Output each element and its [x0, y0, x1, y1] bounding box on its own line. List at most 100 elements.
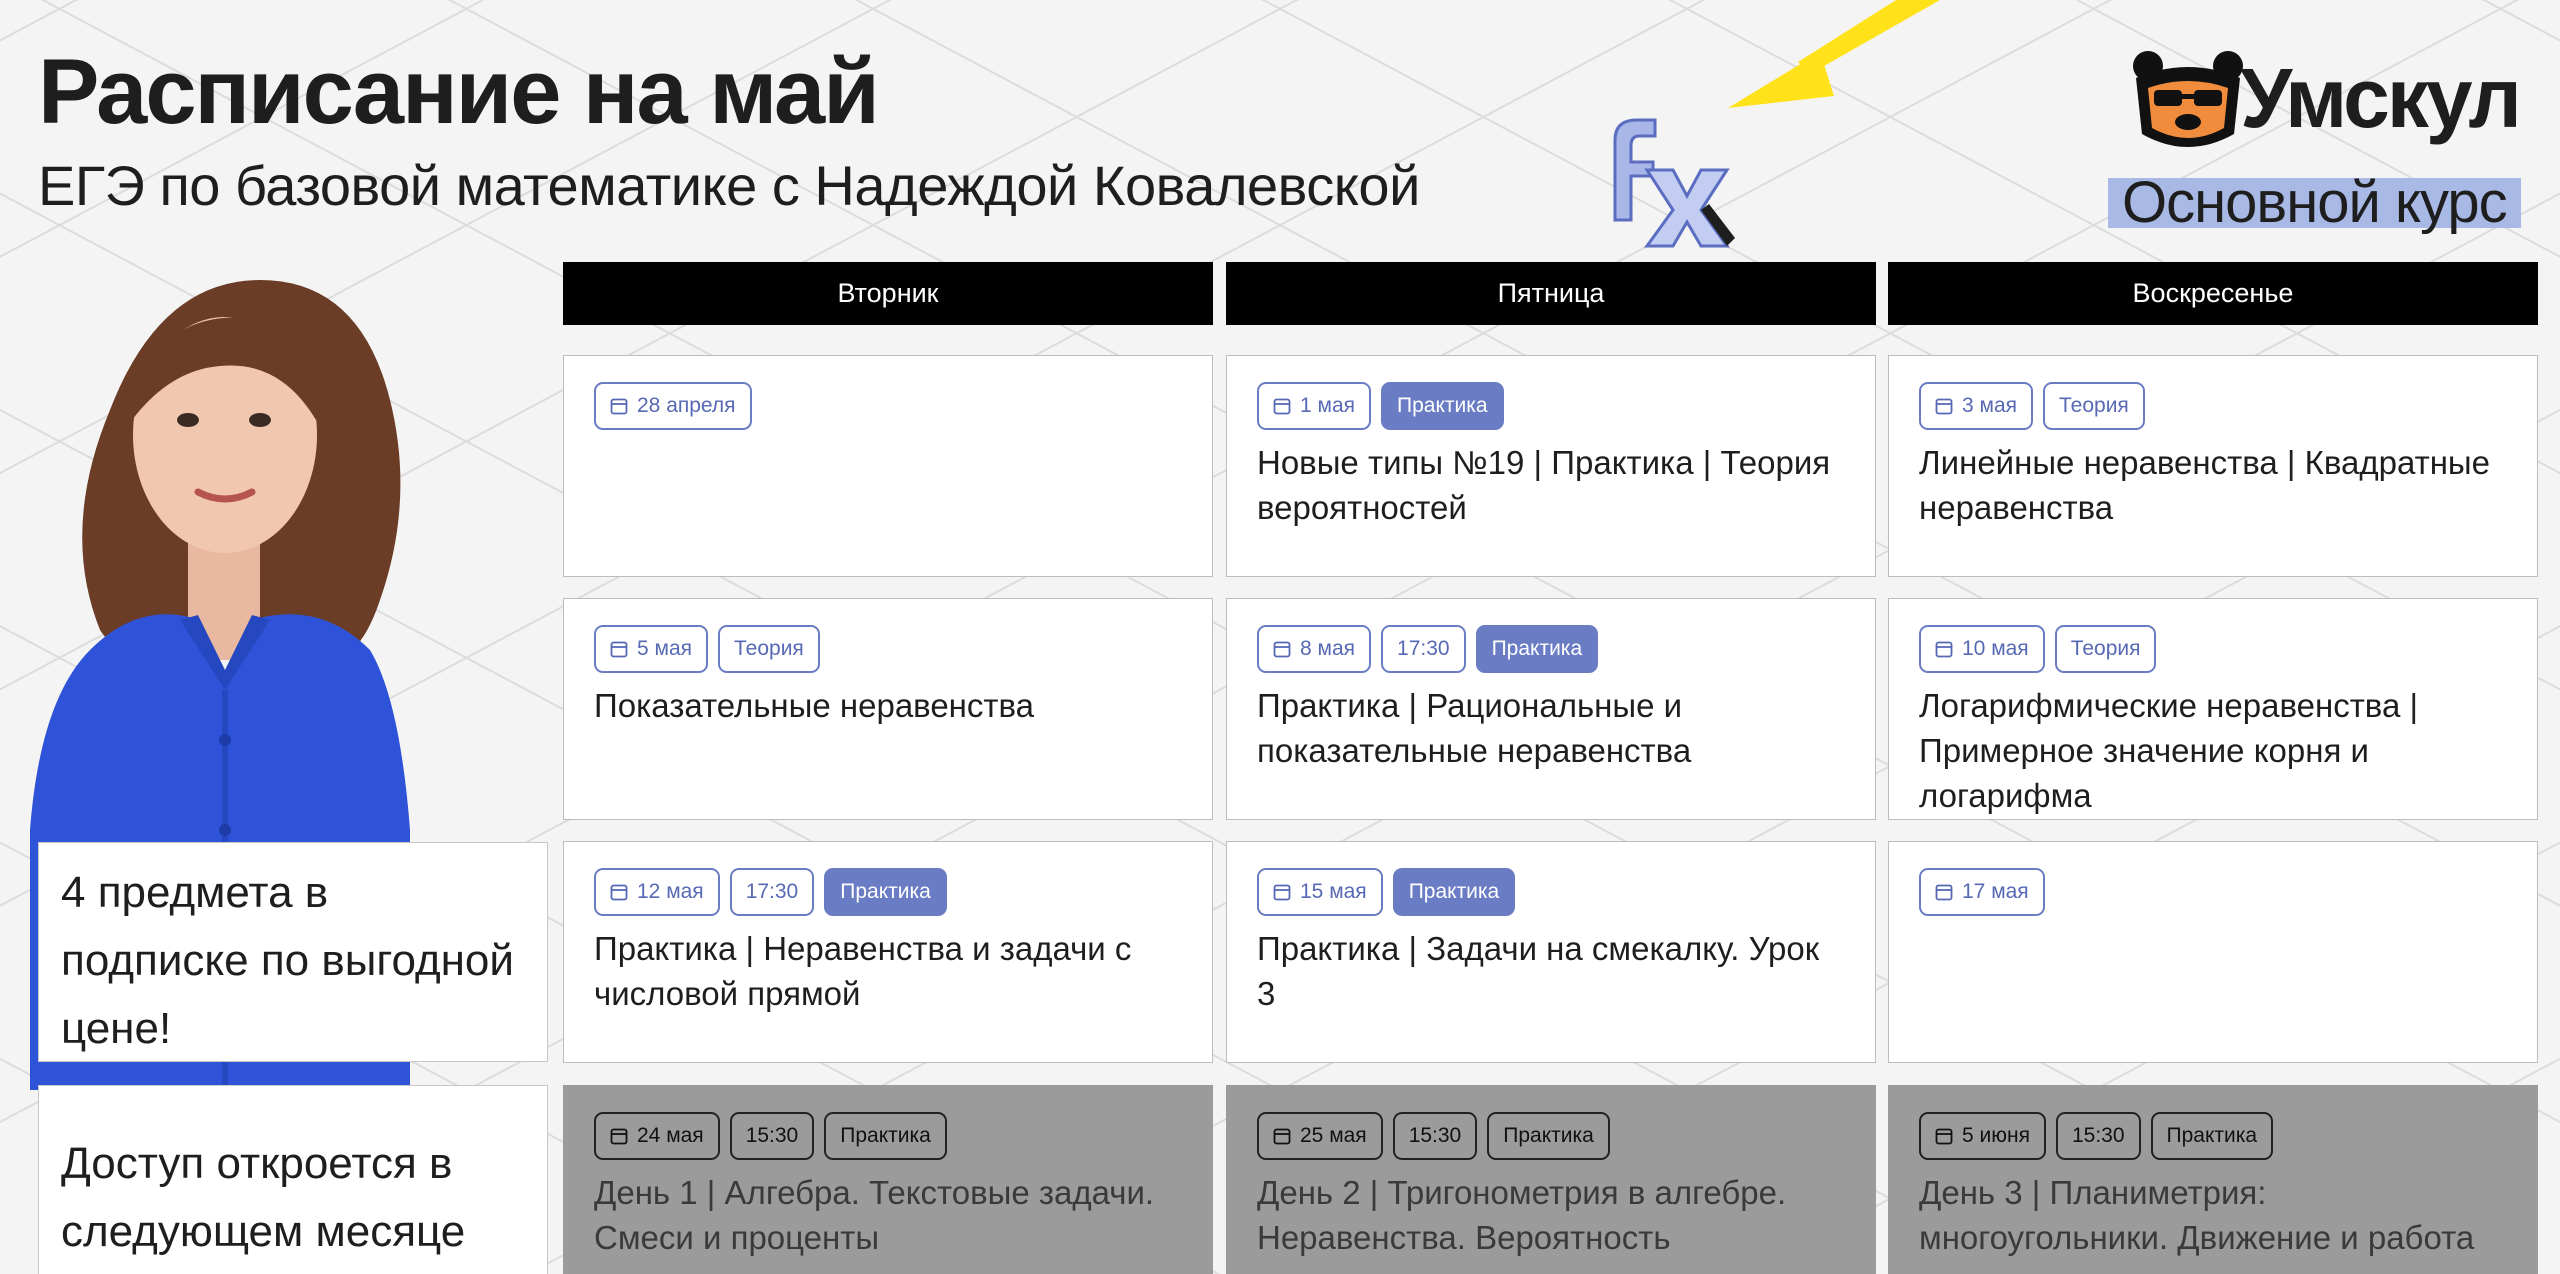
- lesson-tags: 24 мая 15:30 Практика: [594, 1112, 1182, 1160]
- time-tag: 17:30: [729, 868, 815, 916]
- lesson-tags: 12 мая 17:30 Практика: [594, 868, 1182, 916]
- date-tag: 24 мая: [594, 1112, 720, 1160]
- date-tag: 3 мая: [1919, 382, 2034, 430]
- promo-subscription-text: 4 предмета в подписке по выгодной цене!: [61, 868, 514, 1053]
- calendar-icon: [1273, 1128, 1291, 1145]
- lesson-title: День 2 | Тригонометрия в алгебре. Нераве…: [1257, 1174, 1787, 1256]
- calendar-icon: [610, 641, 628, 658]
- time-label: 17:30: [1397, 637, 1450, 660]
- brand-logo: Умскул: [2128, 46, 2528, 166]
- type-tag: Практика: [1475, 625, 1599, 673]
- promo-subscription-card: 4 предмета в подписке по выгодной цене!: [38, 842, 548, 1062]
- lesson-tags: 3 мая Теория: [1919, 382, 2507, 430]
- schedule-cell[interactable]: 10 мая Теория Логарифмические неравенства …: [1888, 598, 2538, 820]
- type-tag: Практика: [2150, 1112, 2274, 1160]
- time-tag: 17:30: [1381, 625, 1466, 673]
- type-tag: Практика: [1487, 1112, 1610, 1160]
- date-label: 1 мая: [1300, 394, 1356, 417]
- lesson-title: Логарифмические неравенства | Примерное …: [1919, 687, 2419, 814]
- schedule-cell[interactable]: 5 июня 15:30 Практика День 3 | Планиметрия:…: [1888, 1085, 2538, 1274]
- page-title: Расписание на май: [38, 41, 880, 143]
- schedule-cell[interactable]: 15 мая Практика Практика | Задачи на смека…: [1226, 841, 1876, 1063]
- calendar-icon: [1935, 1128, 1953, 1145]
- date-tag: 17 мая: [1919, 868, 2045, 916]
- time-tag: 15:30: [729, 1112, 815, 1160]
- date-label: 8 мая: [1300, 637, 1356, 660]
- schedule-cell[interactable]: 24 мая 15:30 Практика День 1 | Алгебра. Тек…: [563, 1085, 1213, 1274]
- lesson-tags: 10 мая Теория: [1919, 625, 2507, 673]
- type-tag: Теория: [718, 625, 820, 673]
- schedule-cell[interactable]: 12 мая 17:30 Практика Практика | Неравенств…: [563, 841, 1213, 1063]
- date-label: 12 мая: [637, 880, 704, 903]
- page-subtitle: ЕГЭ по базовой математике с Надеждой Ков…: [38, 154, 1420, 217]
- lesson-title: Линейные неравенства | Квадратные нераве…: [1919, 444, 2491, 526]
- lesson-title: День 3 | Планиметрия: многоугольники. Дв…: [1919, 1174, 2475, 1256]
- lesson-tags: 28 апреля: [594, 382, 1182, 430]
- type-label: Теория: [734, 637, 804, 660]
- lesson-title: Практика | Неравенства и задачи с числов…: [594, 930, 1132, 1012]
- type-label: Теория: [2070, 637, 2141, 660]
- schedule-cell[interactable]: 25 мая 15:30 Практика День 2 | Тригонометри…: [1226, 1085, 1876, 1274]
- date-label: 24 мая: [637, 1124, 704, 1147]
- type-label: Практика: [2166, 1124, 2258, 1147]
- date-tag: 12 мая: [594, 868, 720, 916]
- calendar-icon: [1273, 884, 1291, 901]
- lesson-tags: 1 мая Практика: [1257, 382, 1845, 430]
- date-label: 15 мая: [1300, 880, 1367, 903]
- date-tag: 8 мая: [1257, 625, 1372, 673]
- time-tag: 15:30: [2055, 1112, 2141, 1160]
- date-label: 5 мая: [637, 637, 693, 660]
- date-tag: 10 мая: [1919, 625, 2045, 673]
- day-header-tuesday: Вторник: [563, 262, 1213, 325]
- type-label: Практика: [1491, 637, 1583, 660]
- lesson-tags: 5 мая Теория: [594, 625, 1182, 673]
- lesson-title: Показательные неравенства: [594, 687, 1035, 724]
- type-tag: Практика: [824, 1112, 947, 1160]
- type-label: Теория: [2059, 394, 2129, 417]
- promo-access-text: Доступ откроется в следующем месяце: [61, 1139, 466, 1256]
- time-label: 15:30: [2071, 1124, 2125, 1147]
- course-badge: Основной курс: [2108, 174, 2521, 232]
- time-label: 15:30: [1408, 1124, 1462, 1147]
- schedule-cell[interactable]: 1 мая Практика Новые типы №19 | Практика |…: [1226, 355, 1876, 577]
- type-tag: Практика: [824, 868, 947, 916]
- lesson-title: Практика | Задачи на смекалку. Урок 3: [1257, 930, 1820, 1012]
- calendar-icon: [1273, 398, 1291, 415]
- date-label: 3 мая: [1962, 394, 2018, 417]
- date-label: 25 мая: [1300, 1124, 1367, 1147]
- date-tag: 25 мая: [1257, 1112, 1383, 1160]
- time-tag: 15:30: [1392, 1112, 1478, 1160]
- time-label: 17:30: [745, 880, 799, 903]
- date-tag: 1 мая: [1257, 382, 1372, 430]
- lesson-tags: 8 мая 17:30 Практика: [1257, 625, 1845, 673]
- promo-access-card: Доступ откроется в следующем месяце: [38, 1085, 548, 1274]
- type-label: Практика: [1503, 1124, 1594, 1147]
- schedule-cell[interactable]: 28 апреля: [563, 355, 1213, 577]
- type-tag: Практика: [1381, 382, 1504, 430]
- lesson-tags: 25 мая 15:30 Практика: [1257, 1112, 1845, 1160]
- date-label: 17 мая: [1962, 880, 2029, 903]
- calendar-icon: [610, 398, 628, 415]
- calendar-icon: [1935, 884, 1953, 901]
- calendar-icon: [1273, 641, 1291, 658]
- brand-name: Умскул: [2240, 51, 2522, 145]
- lesson-tags: 5 июня 15:30 Практика: [1919, 1112, 2507, 1160]
- schedule-cell[interactable]: 8 мая 17:30 Практика Практика | Рациональны…: [1226, 598, 1876, 820]
- type-label: Практика: [1408, 880, 1500, 903]
- schedule-cell[interactable]: 17 мая: [1888, 841, 2538, 1063]
- calendar-icon: [610, 1128, 628, 1145]
- schedule-cell[interactable]: 3 мая Теория Линейные неравенства | Квадра…: [1888, 355, 2538, 577]
- date-tag: 5 июня: [1919, 1112, 2046, 1160]
- date-label: 5 июня: [1962, 1124, 2030, 1147]
- date-tag: 5 мая: [594, 625, 709, 673]
- type-tag: Теория: [2043, 382, 2145, 430]
- date-label: 28 апреля: [637, 394, 736, 417]
- type-tag: Практика: [1392, 868, 1516, 916]
- lesson-title: Практика | Рациональные и показательные …: [1257, 687, 1692, 769]
- date-tag: 15 мая: [1257, 868, 1383, 916]
- schedule-cell[interactable]: 5 мая Теория Показательные неравенства: [563, 598, 1213, 820]
- lesson-tags: 15 мая Практика: [1257, 868, 1845, 916]
- lesson-title: Новые типы №19 | Практика | Теория вероя…: [1257, 444, 1831, 526]
- decorative-fx-icon: [1613, 118, 1735, 248]
- lesson-tags: 17 мая: [1919, 868, 2507, 916]
